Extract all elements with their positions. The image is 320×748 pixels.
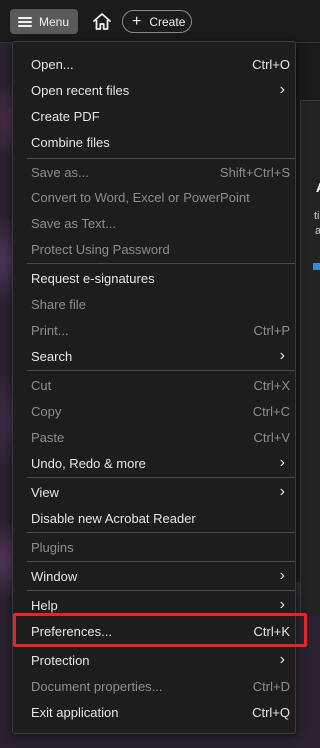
menu-item-shortcut: Ctrl+D — [252, 678, 290, 694]
menu-item-plugins[interactable]: Plugins — [13, 534, 295, 560]
menu-item-shortcut: Ctrl+V — [253, 429, 290, 445]
chevron-right-icon: › — [279, 651, 285, 668]
menu-item-label: Create PDF — [31, 108, 100, 124]
create-button-label: Create — [149, 14, 186, 29]
menu-separator — [27, 370, 295, 371]
menu-item-undo-redo[interactable]: Undo, Redo & more › — [13, 450, 295, 476]
top-toolbar: Menu + Create — [0, 0, 320, 43]
menu-item-shortcut: Ctrl+P — [253, 322, 290, 338]
chevron-right-icon: › — [279, 347, 285, 364]
menu-item-label: Disable new Acrobat Reader — [31, 510, 196, 526]
selection-indicator — [313, 263, 320, 270]
menu-item-document-properties[interactable]: Document properties... Ctrl+D — [13, 673, 295, 699]
menu-item-label: Cut — [31, 377, 52, 393]
menu-item-protection[interactable]: Protection › — [13, 647, 295, 673]
plus-icon: + — [132, 12, 142, 30]
menu-item-label: Protect Using Password — [31, 241, 170, 257]
menu-item-label: Undo, Redo & more — [31, 455, 146, 471]
menu-item-view[interactable]: View › — [13, 479, 295, 505]
side-panel-card — [300, 100, 320, 616]
menu-button[interactable]: Menu — [10, 9, 78, 34]
menu-item-label: Print... — [31, 322, 69, 338]
menu-item-label: Convert to Word, Excel or PowerPoint — [31, 189, 250, 205]
menu-item-share-file[interactable]: Share file — [13, 291, 295, 317]
create-button[interactable]: + Create — [122, 10, 192, 33]
menu-item-save-as[interactable]: Save as... Shift+Ctrl+S — [13, 159, 295, 185]
menu-item-shortcut: Shift+Ctrl+S — [219, 164, 290, 180]
side-panel-letter: ti — [314, 210, 320, 222]
menu-item-copy[interactable]: Copy Ctrl+C — [13, 398, 295, 424]
menu-item-shortcut: Ctrl+Q — [252, 704, 290, 720]
menu-item-convert[interactable]: Convert to Word, Excel or PowerPoint — [13, 184, 295, 210]
menu-item-paste[interactable]: Paste Ctrl+V — [13, 424, 295, 450]
chevron-right-icon: › — [279, 596, 285, 613]
menu-item-label: Help — [31, 597, 58, 613]
menu-item-protect-using-password[interactable]: Protect Using Password — [13, 236, 295, 262]
chevron-right-icon: › — [279, 567, 285, 584]
side-panel-letter: a — [315, 225, 320, 237]
preferences-highlight-box — [13, 613, 307, 647]
menu-separator — [27, 477, 295, 478]
menu-item-window[interactable]: Window › — [13, 563, 295, 589]
menu-separator — [27, 561, 295, 562]
chevron-right-icon: › — [279, 454, 285, 471]
menu-item-label: Save as Text... — [31, 215, 117, 231]
hamburger-icon — [18, 16, 32, 27]
menu-item-label: Exit application — [31, 704, 119, 720]
menu-item-shortcut: Ctrl+C — [252, 403, 290, 419]
menu-item-shortcut: Ctrl+X — [253, 377, 290, 393]
menu-item-disable-new-acrobat-reader[interactable]: Disable new Acrobat Reader — [13, 505, 295, 531]
side-panel-letter: A — [316, 180, 320, 195]
chevron-right-icon: › — [279, 483, 285, 500]
menu-item-label: Open... — [31, 56, 74, 72]
menu-item-open[interactable]: Open... Ctrl+O — [13, 51, 295, 77]
home-button[interactable] — [87, 8, 117, 35]
menu-item-label: Paste — [31, 429, 65, 445]
menu-item-search[interactable]: Search › — [13, 343, 295, 369]
app-side-panel: A ti a — [296, 42, 320, 616]
menu-item-label: Copy — [31, 403, 62, 419]
menu-item-request-e-signatures[interactable]: Request e-signatures — [13, 265, 295, 291]
menu-item-label: Window — [31, 568, 78, 584]
home-icon — [93, 13, 111, 30]
menu-item-create-pdf[interactable]: Create PDF — [13, 103, 295, 129]
menu-item-shortcut: Ctrl+O — [252, 56, 290, 72]
menu-item-label: Combine files — [31, 134, 110, 150]
menu-separator — [27, 590, 295, 591]
menu-item-label: Save as... — [31, 164, 89, 180]
menu-item-cut[interactable]: Cut Ctrl+X — [13, 372, 295, 398]
menu-item-label: Search — [31, 348, 73, 364]
menu-separator — [27, 532, 295, 533]
menu-item-combine-files[interactable]: Combine files — [13, 129, 295, 155]
menu-separator — [27, 263, 295, 264]
menu-button-label: Menu — [39, 14, 70, 29]
menu-item-save-as-text[interactable]: Save as Text... — [13, 210, 295, 236]
menu-item-label: Document properties... — [31, 678, 163, 694]
menu-item-exit-application[interactable]: Exit application Ctrl+Q — [13, 699, 295, 725]
menu-item-label: Protection — [31, 652, 90, 668]
menu-item-print[interactable]: Print... Ctrl+P — [13, 317, 295, 343]
menu-item-open-recent-files[interactable]: Open recent files › — [13, 77, 295, 103]
menu-item-label: Open recent files — [31, 82, 130, 98]
menu-item-label: View — [31, 484, 59, 500]
menu-item-label: Plugins — [31, 539, 74, 555]
menu-item-label: Share file — [31, 296, 86, 312]
chevron-right-icon: › — [279, 81, 285, 98]
menu-item-label: Request e-signatures — [31, 270, 155, 286]
